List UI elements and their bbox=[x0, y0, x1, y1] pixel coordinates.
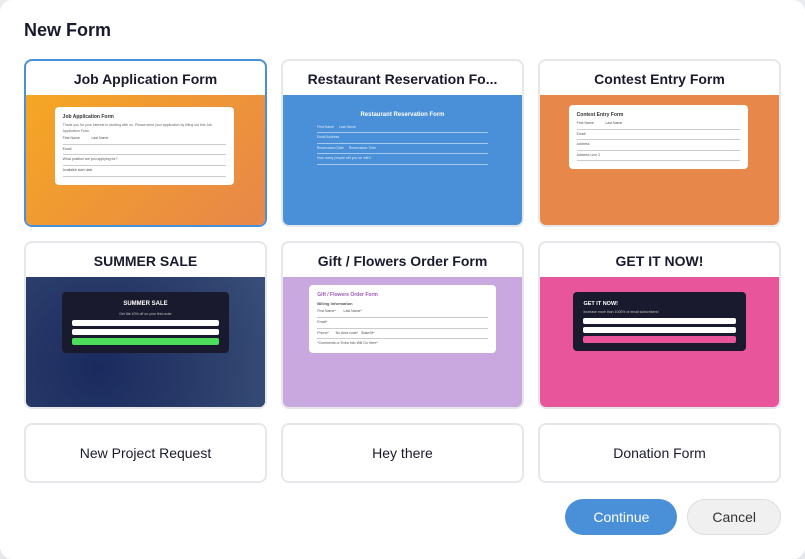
template-card-summer[interactable]: SUMMER SALE SUMMER SALE Get flat 10% off… bbox=[24, 241, 267, 409]
card-preview-contest: Contest Entry Form First Name Last Name … bbox=[540, 95, 779, 225]
bottom-grid: New Project Request Hey there Donation F… bbox=[24, 423, 781, 483]
template-card-job[interactable]: Job Application Form Job Application For… bbox=[24, 59, 267, 227]
card-title-hey-there: Hey there bbox=[372, 445, 433, 461]
new-form-dialog: New Form Job Application Form Job Applic… bbox=[0, 0, 805, 559]
mini-form-summer: SUMMER SALE Get flat 10% off on your fir… bbox=[62, 292, 229, 353]
card-title-flowers: Gift / Flowers Order Form bbox=[283, 243, 522, 277]
card-preview-job: Job Application Form Thank you for your … bbox=[26, 95, 265, 225]
card-preview-summer: SUMMER SALE Get flat 10% off on your fir… bbox=[26, 277, 265, 407]
mini-form-getit: GET IT NOW! Increase more than 1000% of … bbox=[573, 292, 745, 351]
mini-form-restaurant: Restaurant Reservation Form First Name L… bbox=[307, 103, 498, 175]
template-card-flowers[interactable]: Gift / Flowers Order Form Gift / Flowers… bbox=[281, 241, 524, 409]
card-title-getit: GET IT NOW! bbox=[540, 243, 779, 277]
continue-button[interactable]: Continue bbox=[565, 499, 677, 535]
card-preview-getit: GET IT NOW! Increase more than 1000% of … bbox=[540, 277, 779, 407]
dialog-footer: Continue Cancel bbox=[24, 499, 781, 535]
card-title-donation: Donation Form bbox=[613, 445, 706, 461]
template-card-restaurant[interactable]: Restaurant Reservation Fo... Restaurant … bbox=[281, 59, 524, 227]
template-card-contest[interactable]: Contest Entry Form Contest Entry Form Fi… bbox=[538, 59, 781, 227]
template-card-hey-there[interactable]: Hey there bbox=[281, 423, 524, 483]
card-title-new-project: New Project Request bbox=[80, 445, 212, 461]
card-preview-restaurant: Restaurant Reservation Form First Name L… bbox=[283, 95, 522, 225]
card-title-summer: SUMMER SALE bbox=[26, 243, 265, 277]
mini-form-flowers: Gift / Flowers Order Form Billing Inform… bbox=[309, 285, 495, 353]
dialog-title: New Form bbox=[24, 20, 781, 41]
template-grid: Job Application Form Job Application For… bbox=[24, 59, 781, 409]
template-card-donation[interactable]: Donation Form bbox=[538, 423, 781, 483]
card-title-contest: Contest Entry Form bbox=[540, 61, 779, 95]
cancel-button[interactable]: Cancel bbox=[687, 499, 781, 535]
mini-form-contest: Contest Entry Form First Name Last Name … bbox=[569, 105, 748, 169]
template-card-new-project[interactable]: New Project Request bbox=[24, 423, 267, 483]
mini-form-job: Job Application Form Thank you for your … bbox=[55, 107, 234, 185]
template-card-getit[interactable]: GET IT NOW! GET IT NOW! Increase more th… bbox=[538, 241, 781, 409]
card-title-job: Job Application Form bbox=[26, 61, 265, 95]
card-title-restaurant: Restaurant Reservation Fo... bbox=[283, 61, 522, 95]
card-preview-flowers: Gift / Flowers Order Form Billing Inform… bbox=[283, 277, 522, 407]
